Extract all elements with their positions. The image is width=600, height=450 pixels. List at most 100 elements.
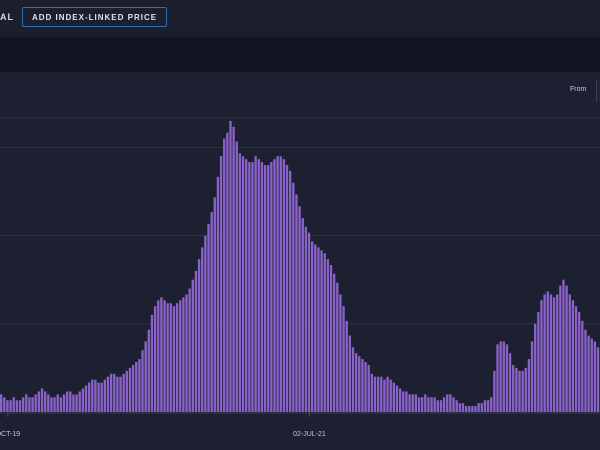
bar-54 [169,303,172,412]
bar-140 [439,400,443,412]
bar-131 [411,394,414,412]
bar-94 [295,194,298,412]
bar-78 [245,159,248,412]
bar-146 [458,403,461,412]
bar-164 [515,367,518,412]
bar-70 [219,156,223,412]
bar-117 [367,364,370,412]
bar-176 [552,297,556,412]
bar-56 [175,303,179,412]
bar-64 [201,247,204,412]
bar-134 [420,397,424,412]
bar-91 [285,165,289,412]
bar-69 [216,176,220,412]
bar-44 [138,359,141,412]
bar-102 [320,250,323,412]
bar-137 [430,397,433,412]
bar-28 [87,382,91,412]
bar-108 [339,294,342,412]
bar-88 [276,156,279,412]
bar-151 [474,406,477,412]
bar-66 [207,223,210,412]
bar-71 [223,138,226,412]
bar-103 [323,253,326,412]
bar-59 [185,294,188,412]
bar-116 [364,362,367,412]
bar-185 [581,320,584,412]
bar-163 [512,364,515,412]
bar-33 [103,379,106,412]
bar-68 [213,197,216,412]
bar-8 [25,394,28,412]
bar-186 [584,329,587,412]
bar-46 [144,341,147,412]
bar-136 [427,397,430,412]
bar-145 [455,400,458,412]
chart-bars [0,120,600,412]
bar-138 [433,397,436,412]
bar-155 [486,400,490,412]
bar-79 [248,162,251,412]
bar-153 [480,403,483,412]
bar-18 [56,394,59,412]
bar-119 [373,376,377,412]
bar-23 [72,394,75,412]
bar-150 [471,406,474,412]
bar-34 [106,376,110,412]
bar-16 [50,397,53,412]
bar-139 [436,400,439,412]
bar-7 [21,397,25,412]
bar-188 [590,338,593,412]
bar-168 [527,359,531,412]
bar-166 [521,370,524,412]
bar-89 [279,156,282,412]
bar-2 [6,400,9,412]
bar-29 [91,379,94,412]
bar-75 [235,141,238,412]
bar-87 [273,159,276,412]
bar-90 [282,159,286,412]
bar-43 [135,362,138,412]
bar-85 [267,165,270,412]
bar-159 [499,341,502,412]
bar-61 [191,279,194,412]
bar-0 [0,394,3,412]
bar-62 [194,270,198,412]
bar-100 [314,244,317,412]
bar-171 [537,312,540,412]
bar-37 [116,376,119,412]
bar-35 [109,373,113,412]
bar-101 [317,247,320,412]
chart-x-ticks: OCT-1902-JUL-2131-MAR-23 [0,413,326,438]
bar-50 [157,300,160,412]
bar-9 [28,397,31,412]
bar-178 [559,285,562,412]
bar-123 [386,376,389,412]
bar-127 [398,388,402,412]
bar-179 [562,279,565,412]
bar-19 [59,397,63,412]
bar-128 [402,391,405,412]
bar-17 [53,397,56,412]
bar-172 [540,300,543,412]
bar-162 [508,353,512,412]
bar-177 [556,294,559,412]
bar-157 [493,370,496,412]
bar-81 [254,156,257,412]
bar-120 [376,376,380,412]
bar-40 [125,370,128,412]
bar-3 [9,400,12,412]
bar-14 [43,391,47,412]
bar-77 [241,156,245,412]
bar-72 [226,132,229,412]
bar-95 [298,206,301,412]
bar-58 [182,297,185,412]
bar-20 [62,394,66,412]
bar-184 [578,312,581,412]
bar-32 [100,382,103,412]
bar-25 [78,391,81,412]
bar-67 [210,212,213,412]
bar-98 [307,232,311,412]
bar-135 [424,394,427,412]
bar-133 [417,397,421,412]
